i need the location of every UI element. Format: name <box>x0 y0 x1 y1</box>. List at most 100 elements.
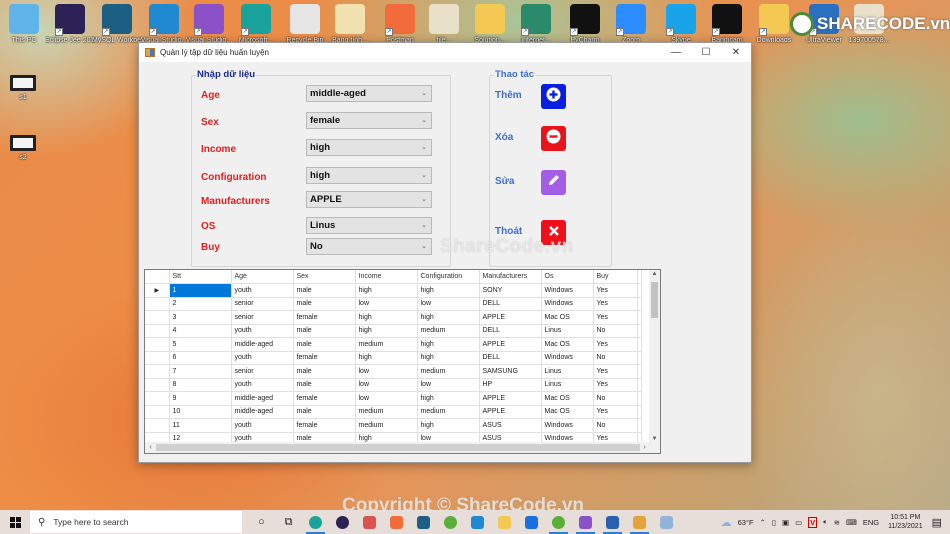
row-header[interactable] <box>145 391 170 406</box>
desktop-shortcut[interactable]: ↗ Postman <box>375 4 425 45</box>
table-row[interactable]: ▶ 1 youth male high high SONY Windows Yes <box>145 283 642 298</box>
row-header[interactable] <box>145 310 170 325</box>
table-row[interactable]: 10 middle-aged male medium medium APPLE Mac OS… <box>145 405 642 419</box>
desktop-shortcut[interactable]: ↗ Microsoft... <box>231 4 281 45</box>
os-combobox[interactable]: Linus ⌄ <box>306 217 432 234</box>
cell-sex[interactable]: male <box>293 405 356 419</box>
cell-configuration[interactable]: low <box>417 297 480 311</box>
cell-age[interactable]: middle-aged <box>231 391 294 406</box>
row-header[interactable] <box>145 337 170 352</box>
column-header-os[interactable]: Os <box>541 270 594 284</box>
cell-os[interactable]: Mac OS <box>541 310 594 325</box>
cell-manufacturers[interactable]: DELL <box>479 324 542 338</box>
cell-os[interactable]: Windows <box>541 297 594 311</box>
taskbar-app[interactable]: ○ <box>248 510 275 534</box>
unikey-icon[interactable]: V <box>808 516 818 528</box>
cell-stt[interactable]: 9 <box>169 391 232 406</box>
cell-stt[interactable]: 3 <box>169 310 232 325</box>
horizontal-scroll-thumb[interactable] <box>156 444 640 451</box>
cell-age[interactable]: middle-aged <box>231 337 294 352</box>
scroll-right-arrow-icon[interactable]: › <box>639 442 650 453</box>
cell-manufacturers[interactable]: DELL <box>479 351 542 365</box>
cell-os[interactable]: Linus <box>541 378 594 392</box>
cell-buy[interactable]: Yes <box>593 378 638 392</box>
desktop-shortcut[interactable]: file... <box>419 4 469 45</box>
close-button[interactable]: ✕ <box>721 43 751 62</box>
column-header-buy[interactable]: Buy <box>593 270 638 284</box>
cell-configuration[interactable]: medium <box>417 364 480 379</box>
cell-income[interactable]: medium <box>355 337 418 352</box>
taskbar-app[interactable] <box>653 510 680 534</box>
cell-buy[interactable]: No <box>593 391 638 406</box>
desktop-shortcut[interactable]: ↗MySQL Workben... <box>92 4 142 45</box>
desktop-shortcut[interactable]: Recycle Bin <box>280 4 330 45</box>
battery-icon[interactable]: ▭ <box>795 518 802 527</box>
clock[interactable]: 10:51 PM 11/23/2021 <box>888 513 923 531</box>
table-row[interactable]: 3 senior female high high APPLE Mac OS Yes <box>145 310 642 325</box>
desktop-shortcut[interactable]: ↗ Visual Studio... <box>184 4 234 45</box>
row-header[interactable] <box>145 324 170 338</box>
row-header[interactable] <box>145 364 170 379</box>
weather-icon[interactable]: ☁ <box>721 516 732 529</box>
delete-button[interactable] <box>541 126 566 151</box>
cell-manufacturers[interactable]: APPLE <box>479 391 542 406</box>
scroll-left-arrow-icon[interactable]: ‹ <box>145 442 156 453</box>
chevron-up-icon[interactable]: ⌃ <box>760 518 766 527</box>
desktop-shortcut[interactable]: Bảng tính... <box>325 4 375 45</box>
cell-configuration[interactable]: medium <box>417 405 480 419</box>
taskbar-app[interactable] <box>383 510 410 534</box>
cell-stt[interactable]: 8 <box>169 378 232 392</box>
buy-combobox[interactable]: No ⌄ <box>306 238 432 255</box>
cell-sex[interactable]: male <box>293 283 356 298</box>
cell-income[interactable]: high <box>355 283 418 298</box>
cell-os[interactable]: Windows <box>541 418 594 433</box>
cell-sex[interactable]: female <box>293 310 356 325</box>
taskbar-app[interactable] <box>410 510 437 534</box>
cell-age[interactable]: youth <box>231 324 294 338</box>
cell-age[interactable]: middle-aged <box>231 405 294 419</box>
cell-buy[interactable]: No <box>593 324 638 338</box>
cell-income[interactable]: medium <box>355 418 418 433</box>
cell-os[interactable]: Linus <box>541 364 594 379</box>
column-header-age[interactable]: Age <box>231 270 294 284</box>
data-grid[interactable]: Stt Age Sex Income Configuration Manufacturer… <box>144 269 661 454</box>
cell-configuration[interactable]: high <box>417 283 480 298</box>
taskbar-app[interactable] <box>626 510 653 534</box>
cell-buy[interactable]: Yes <box>593 364 638 379</box>
configuration-combobox[interactable]: high ⌄ <box>306 167 432 184</box>
cell-income[interactable]: high <box>355 310 418 325</box>
cell-sex[interactable]: female <box>293 351 356 365</box>
cell-buy[interactable]: Yes <box>593 297 638 311</box>
table-row[interactable]: 5 middle-aged male medium high APPLE Mac OS Yes <box>145 337 642 352</box>
table-row[interactable]: 4 youth male high medium DELL Linus No <box>145 324 642 338</box>
cell-income[interactable]: medium <box>355 405 418 419</box>
cell-stt[interactable]: 1 <box>169 283 232 298</box>
desktop-shortcut[interactable]: ↗Eclipse Jee 2019-09 <box>45 4 95 45</box>
manufacturers-combobox[interactable]: APPLE ⌄ <box>306 191 432 208</box>
row-header[interactable] <box>145 297 170 311</box>
cell-buy[interactable]: Yes <box>593 337 638 352</box>
taskbar-app[interactable]: ⧉ <box>275 510 302 534</box>
cell-manufacturers[interactable]: ASUS <box>479 418 542 433</box>
desktop-shortcut[interactable]: ↗ Internet... <box>511 4 561 45</box>
cell-age[interactable]: youth <box>231 418 294 433</box>
cell-os[interactable]: Mac OS <box>541 391 594 406</box>
desktop-shortcut[interactable]: ↗ PyCharm <box>560 4 610 45</box>
horizontal-scrollbar[interactable]: ‹ › <box>145 442 660 453</box>
language-indicator[interactable]: ENG <box>863 518 879 527</box>
weather-temp[interactable]: 63°F <box>738 518 754 527</box>
row-header[interactable]: ▶ <box>145 283 170 298</box>
vertical-scrollbar[interactable]: ▲ ▼ <box>649 270 660 443</box>
cell-configuration[interactable]: medium <box>417 324 480 338</box>
desktop-shortcut[interactable]: ↗ Zoom <box>606 4 656 45</box>
age-combobox[interactable]: middle-aged ⌄ <box>306 85 432 102</box>
column-header-income[interactable]: Income <box>355 270 418 284</box>
notification-icon[interactable]: ▤ <box>932 516 942 529</box>
taskbar-app[interactable] <box>518 510 545 534</box>
row-header[interactable] <box>145 418 170 433</box>
cell-buy[interactable]: No <box>593 418 638 433</box>
taskbar-app[interactable] <box>356 510 383 534</box>
table-row[interactable]: 6 youth female high high DELL Windows No <box>145 351 642 365</box>
cell-sex[interactable]: male <box>293 378 356 392</box>
cell-age[interactable]: senior <box>231 297 294 311</box>
